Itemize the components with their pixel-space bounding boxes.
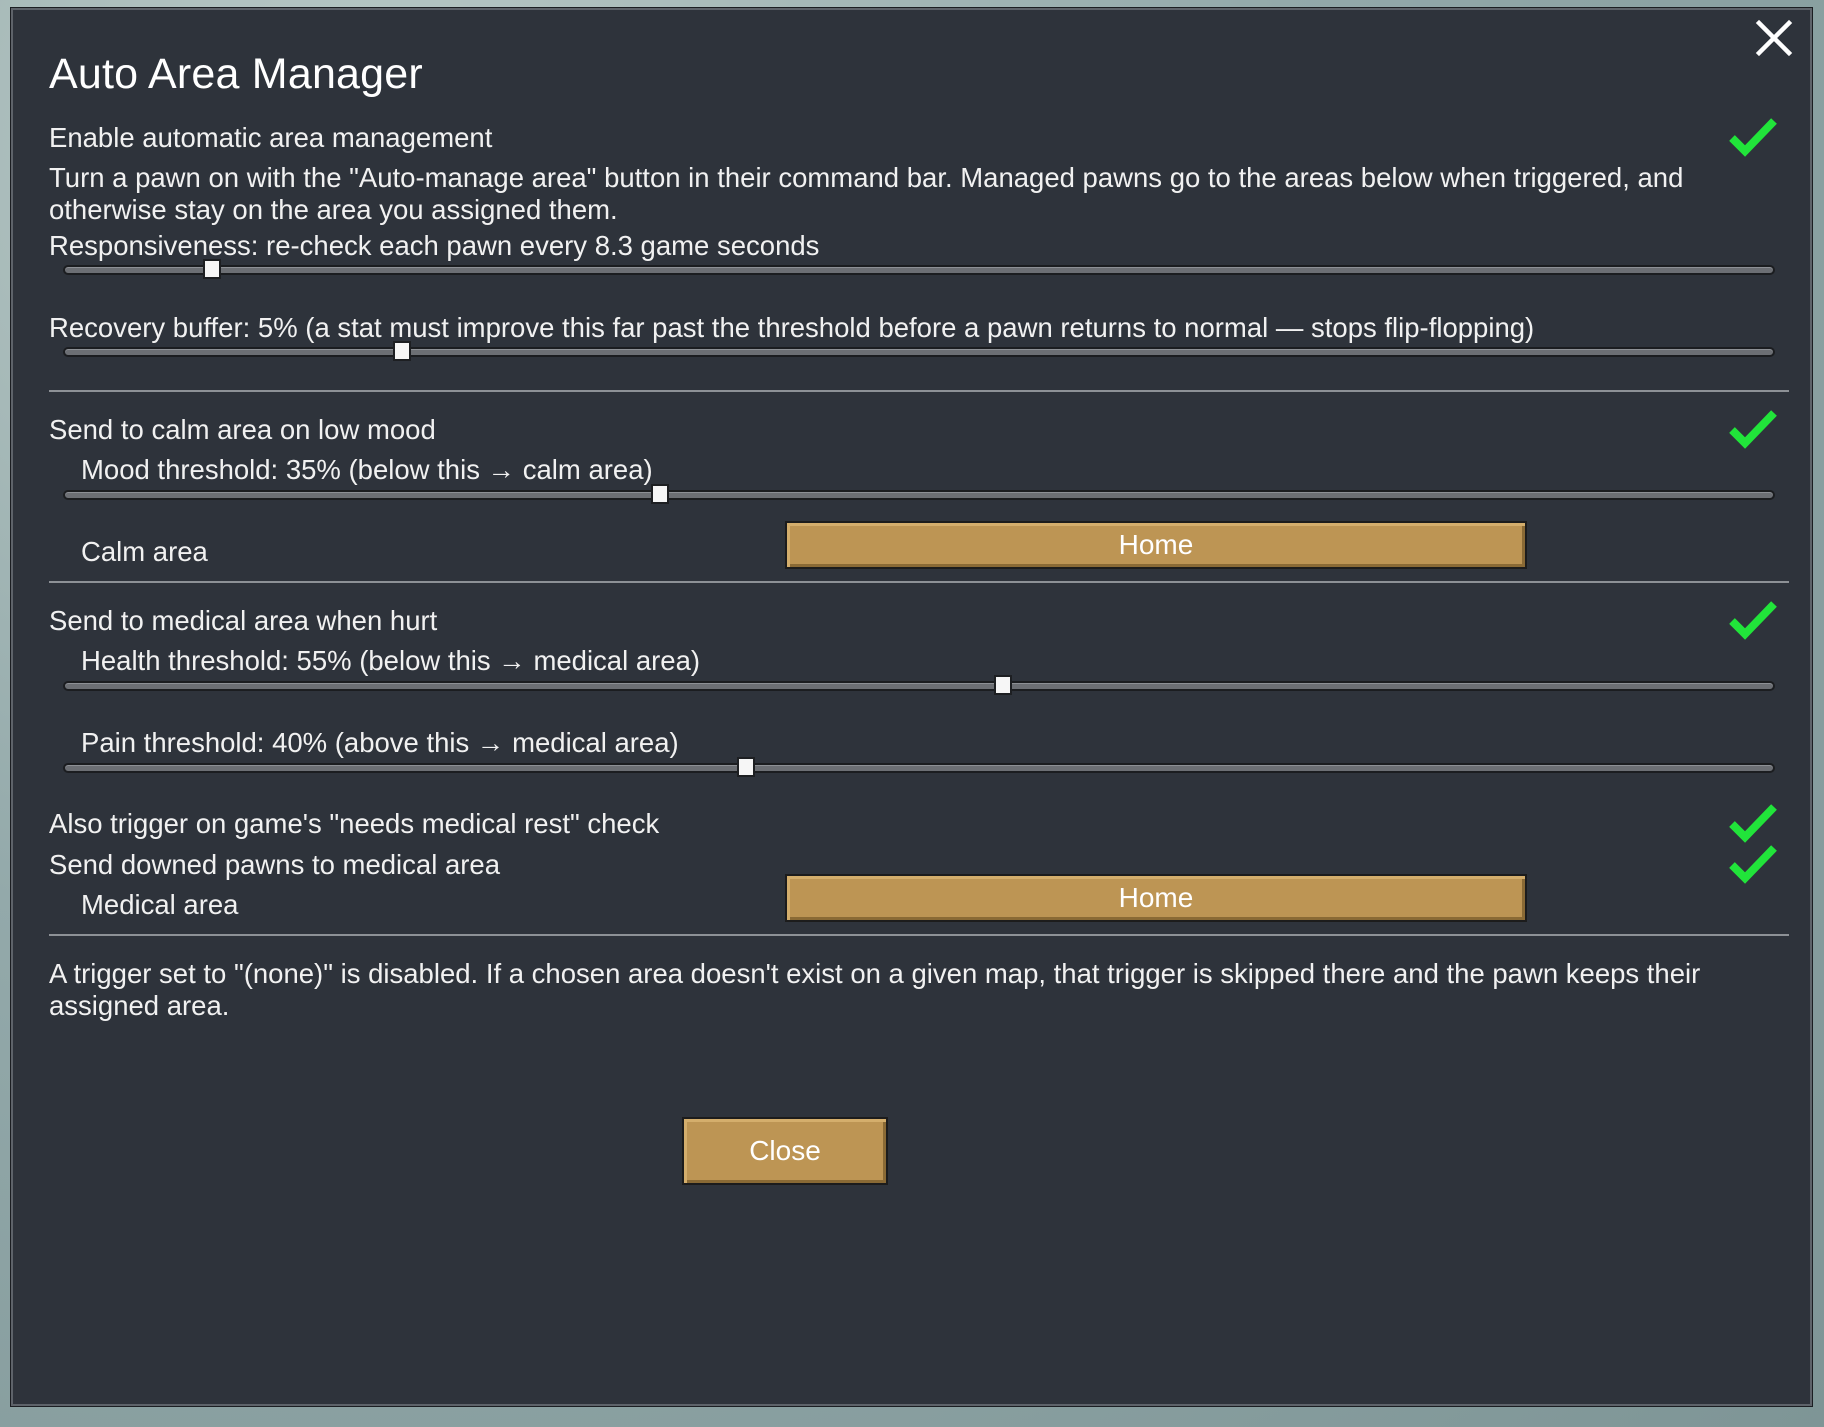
- health-threshold-slider[interactable]: [63, 673, 1775, 699]
- calm-area-select-button[interactable]: Home: [785, 521, 1527, 569]
- dialog-title: Auto Area Manager: [49, 50, 423, 98]
- downed-pawns-label: Send downed pawns to medical area: [49, 849, 500, 880]
- downed-pawns-checkbox-icon[interactable]: [1727, 841, 1779, 885]
- description-text: Turn a pawn on with the "Auto-manage are…: [49, 162, 1684, 225]
- responsiveness-slider[interactable]: [63, 257, 1775, 283]
- mood-threshold-slider[interactable]: [63, 482, 1775, 508]
- slider-track: [63, 490, 1775, 500]
- section-divider: [49, 581, 1789, 583]
- enable-management-checkbox-icon[interactable]: [1727, 114, 1779, 158]
- slider-thumb[interactable]: [202, 259, 221, 279]
- recovery-buffer-slider[interactable]: [63, 339, 1775, 365]
- slider-track: [63, 681, 1775, 691]
- enable-management-label: Enable automatic area management: [49, 122, 493, 153]
- medical-area-select-button[interactable]: Home: [785, 874, 1527, 922]
- pain-threshold-slider[interactable]: [63, 755, 1775, 781]
- slider-track: [63, 763, 1775, 773]
- slider-thumb[interactable]: [737, 757, 756, 777]
- section-divider: [49, 934, 1789, 936]
- close-icon[interactable]: [1752, 16, 1796, 60]
- close-button[interactable]: Close: [682, 1117, 888, 1185]
- settings-dialog: Auto Area Manager Enable automatic area …: [11, 8, 1812, 1406]
- medical-rest-label: Also trigger on game's "needs medical re…: [49, 808, 660, 839]
- slider-track: [63, 265, 1775, 275]
- medical-area-label: Medical area: [81, 889, 239, 920]
- slider-thumb[interactable]: [392, 341, 411, 361]
- section-divider: [49, 390, 1789, 392]
- slider-thumb[interactable]: [651, 484, 670, 504]
- calm-area-checkbox-icon[interactable]: [1727, 406, 1779, 450]
- calm-area-enable-label: Send to calm area on low mood: [49, 414, 436, 445]
- medical-area-enable-label: Send to medical area when hurt: [49, 605, 438, 636]
- slider-thumb[interactable]: [993, 675, 1012, 695]
- medical-rest-checkbox-icon[interactable]: [1727, 800, 1779, 844]
- calm-area-label: Calm area: [81, 536, 208, 567]
- medical-area-checkbox-icon[interactable]: [1727, 597, 1779, 641]
- slider-track: [63, 347, 1775, 357]
- footer-note: A trigger set to "(none)" is disabled. I…: [49, 958, 1701, 1021]
